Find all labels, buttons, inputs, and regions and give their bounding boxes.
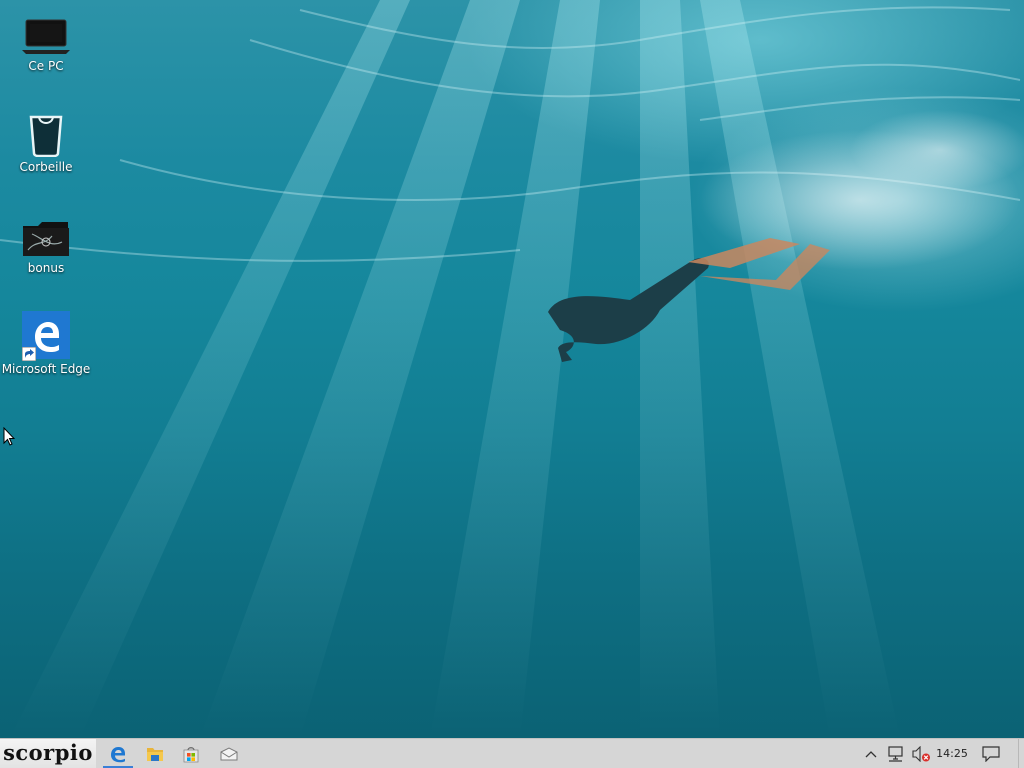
desktop-icon-microsoft-edge[interactable]: Microsoft Edge <box>0 311 92 376</box>
file-explorer-icon <box>147 747 163 761</box>
show-hidden-icons-button[interactable] <box>861 739 881 768</box>
edge-icon <box>111 746 125 762</box>
network-icon <box>888 745 903 762</box>
desktop-icon-this-pc[interactable]: Ce PC <box>0 8 92 73</box>
folder-icon <box>23 222 69 256</box>
show-desktop-button[interactable] <box>1018 739 1024 768</box>
taskbar-file-explorer-button[interactable] <box>136 739 174 768</box>
chevron-up-icon <box>865 750 877 757</box>
desktop-icon-recycle-bin[interactable]: Corbeille <box>0 109 92 174</box>
volume-muted-icon <box>912 745 930 762</box>
clock-time: 14:25 <box>936 747 968 760</box>
desktop-wallpaper <box>0 0 1024 738</box>
this-pc-icon <box>22 19 70 54</box>
volume-tray-button[interactable] <box>909 739 933 768</box>
start-button[interactable]: scorpio <box>0 739 96 768</box>
notification-icon <box>982 745 1000 762</box>
clock[interactable]: 14:25 <box>935 739 969 768</box>
taskbar-edge-button[interactable] <box>99 739 137 768</box>
desktop-icon-label: bonus <box>27 261 65 275</box>
action-center-button[interactable] <box>978 739 1004 768</box>
start-button-label: scorpio <box>3 740 93 765</box>
recycle-bin-icon <box>29 115 63 157</box>
taskbar: scorpio 14:25 <box>0 738 1024 768</box>
taskbar-store-button[interactable] <box>172 739 210 768</box>
wallpaper-scene <box>0 0 1024 738</box>
desktop-icon-label: Ce PC <box>28 59 64 73</box>
taskbar-mail-button[interactable] <box>210 739 248 768</box>
mouse-cursor-icon <box>3 427 15 446</box>
network-tray-button[interactable] <box>884 739 908 768</box>
desktop-icon-label: Corbeille <box>19 160 73 174</box>
desktop-icon-label: Microsoft Edge <box>1 362 91 376</box>
mail-icon <box>220 746 238 760</box>
desktop-icon-bonus-folder[interactable]: bonus <box>0 210 92 275</box>
store-icon <box>183 746 199 762</box>
shortcut-arrow-icon <box>22 347 36 361</box>
